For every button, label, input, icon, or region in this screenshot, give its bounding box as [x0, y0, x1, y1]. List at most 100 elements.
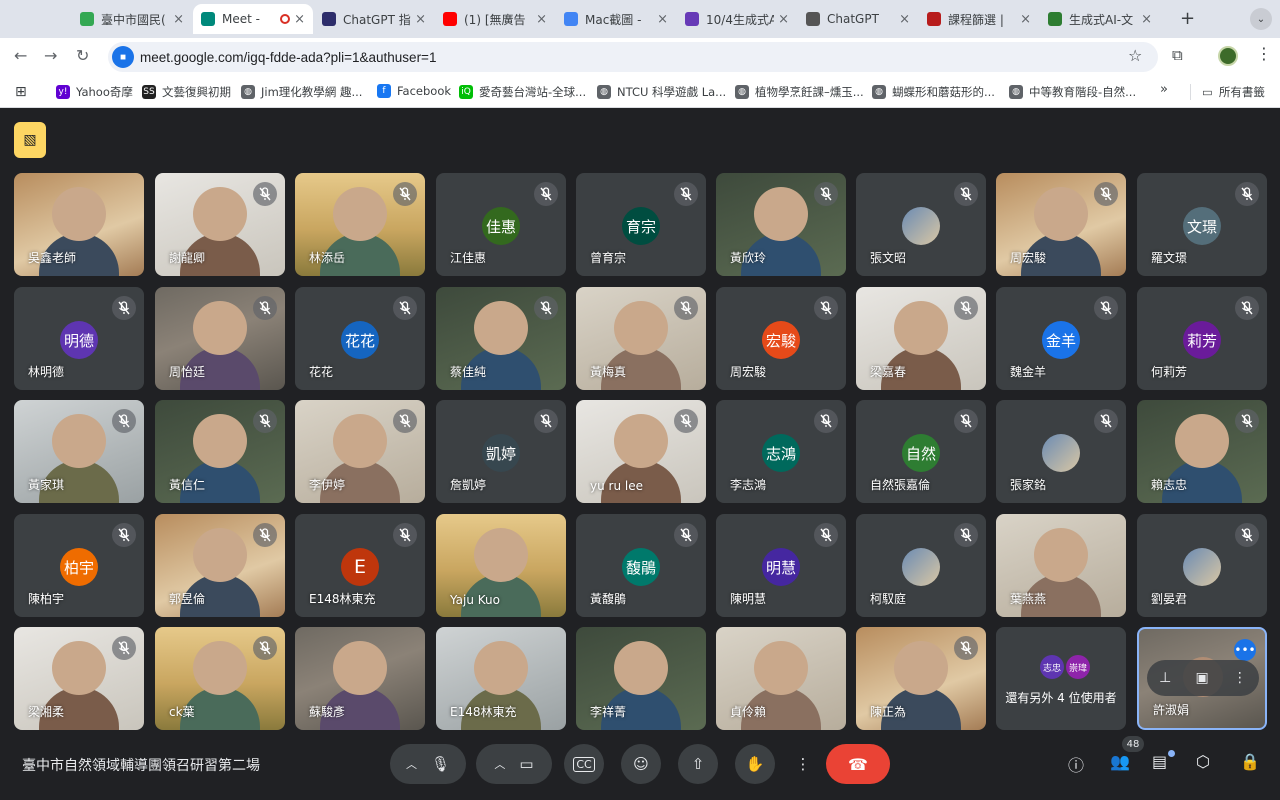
participant-tile[interactable]: yu ru lee: [576, 400, 706, 503]
tab-close-icon[interactable]: ×: [1141, 12, 1152, 27]
participant-tile[interactable]: 劉晏君: [1137, 514, 1267, 617]
participant-tile[interactable]: 林添岳: [295, 173, 425, 276]
back-icon[interactable]: ←: [14, 46, 27, 65]
tab-close-icon[interactable]: ×: [294, 12, 305, 27]
leave-call-button[interactable]: ☎: [826, 744, 890, 784]
browser-tab[interactable]: Mac截圖 - ×: [556, 4, 676, 34]
participant-tile[interactable]: 蘇駿彥: [295, 627, 425, 730]
browser-tab[interactable]: 臺中市國民(×: [72, 4, 192, 34]
browser-tab[interactable]: ChatGPT ×: [798, 4, 918, 34]
participant-tile[interactable]: 莉芳 何莉芳: [1137, 287, 1267, 390]
participant-tile[interactable]: 吳鑫老師: [14, 173, 144, 276]
self-more-options-icon[interactable]: •••: [1234, 639, 1256, 661]
raise-hand-button[interactable]: ✋: [735, 744, 775, 784]
camera-icon[interactable]: ▭: [519, 755, 533, 773]
bookmark-item[interactable]: iQ 愛奇藝台灣站-全球...: [459, 84, 586, 100]
bookmark-item[interactable]: f Facebook: [377, 84, 451, 98]
chat-icon[interactable]: ▤: [1152, 752, 1167, 771]
participant-tile[interactable]: 文璟 羅文璟: [1137, 173, 1267, 276]
participant-tile[interactable]: E E148林東充: [295, 514, 425, 617]
participant-tile[interactable]: 明慧 陳明慧: [716, 514, 846, 617]
participant-tile[interactable]: 周怡廷: [155, 287, 285, 390]
participant-tile[interactable]: 郭昱倫: [155, 514, 285, 617]
chrome-menu-icon[interactable]: ⋮: [1256, 44, 1272, 63]
tab-close-icon[interactable]: ×: [899, 12, 910, 27]
participant-tile[interactable]: 明德 林明德: [14, 287, 144, 390]
bookmark-item[interactable]: ◍ 蝴蝶形和蘑菇形的...: [872, 84, 995, 100]
activities-icon[interactable]: ⬡: [1196, 752, 1210, 771]
participant-tile[interactable]: 張文昭: [856, 173, 986, 276]
participant-tile[interactable]: 黃欣玲: [716, 173, 846, 276]
camera-options-chevron-icon[interactable]: ︿: [494, 756, 505, 772]
tab-close-icon[interactable]: ×: [778, 12, 789, 27]
profile-avatar[interactable]: [1218, 46, 1238, 66]
microphone-icon[interactable]: 🎙: [431, 755, 450, 773]
participant-tile[interactable]: E148林東充: [436, 627, 566, 730]
bookmark-star-icon[interactable]: ☆: [1128, 46, 1142, 65]
browser-tab[interactable]: ChatGPT 指 ×: [314, 4, 434, 34]
tab-close-icon[interactable]: ×: [415, 12, 426, 27]
participant-tile[interactable]: 葉燕燕: [996, 514, 1126, 617]
participant-tile[interactable]: 陳正為: [856, 627, 986, 730]
extensions-icon[interactable]: ⧉: [1172, 46, 1183, 64]
participant-tile[interactable]: Yaju Kuo: [436, 514, 566, 617]
tab-close-icon[interactable]: ×: [1020, 12, 1031, 27]
participant-tile[interactable]: 馥鵑 黃馥鵑: [576, 514, 706, 617]
more-vert-icon[interactable]: ⋮: [1233, 670, 1247, 686]
mic-options-chevron-icon[interactable]: ︿: [406, 756, 417, 772]
bookmark-item[interactable]: ◍ 植物學烹飪課–燻玉...: [735, 84, 864, 100]
address-bar[interactable]: ■ meet.google.com/igq-fdde-ada?pli=1&aut…: [108, 42, 1158, 72]
frame-person-icon[interactable]: ▣: [1195, 670, 1208, 686]
people-icon[interactable]: 👥: [1110, 752, 1130, 771]
participant-tile[interactable]: 黃家琪: [14, 400, 144, 503]
participant-tile[interactable]: 梁湘柔: [14, 627, 144, 730]
participant-tile[interactable]: 佳惠 江佳惠: [436, 173, 566, 276]
bookmark-item[interactable]: ◍ 中等教育階段-自然...: [1009, 84, 1136, 100]
participant-tile[interactable]: 貞伶賴: [716, 627, 846, 730]
pin-icon[interactable]: ⊥: [1159, 670, 1171, 686]
tab-close-icon[interactable]: ×: [536, 12, 547, 27]
participant-tile[interactable]: 張家銘: [996, 400, 1126, 503]
browser-tab[interactable]: (1) [無廣告 ×: [435, 4, 555, 34]
participant-tile[interactable]: 蔡佳純: [436, 287, 566, 390]
participant-tile[interactable]: 李伊婷: [295, 400, 425, 503]
participant-tile[interactable]: 柯馭庭: [856, 514, 986, 617]
new-tab-button[interactable]: +: [1180, 8, 1195, 29]
participant-tile[interactable]: 自然 自然張嘉倫: [856, 400, 986, 503]
participant-tile[interactable]: 謝龍卿: [155, 173, 285, 276]
forward-icon[interactable]: →: [44, 46, 57, 65]
participant-tile[interactable]: 育宗 曾育宗: [576, 173, 706, 276]
bookmark-item[interactable]: ◍ NTCU 科學遊戲 La...: [597, 84, 726, 100]
meeting-info-icon[interactable]: ⓘ: [1068, 752, 1084, 776]
emoji-button[interactable]: ☺: [621, 744, 661, 784]
participant-tile[interactable]: 黃梅真: [576, 287, 706, 390]
participant-tile[interactable]: 花花 花花: [295, 287, 425, 390]
bookmark-item[interactable]: y! Yahoo奇摩: [56, 84, 133, 100]
captions-button[interactable]: CC: [564, 744, 604, 784]
tab-close-icon[interactable]: ×: [657, 12, 668, 27]
all-bookmarks-folder[interactable]: ▭ 所有書籤: [1202, 84, 1265, 100]
participant-tile[interactable]: 梁嘉春: [856, 287, 986, 390]
browser-tab[interactable]: 10/4生成式A ×: [677, 4, 797, 34]
more-bookmarks-icon[interactable]: »: [1160, 82, 1168, 97]
visual-effects-off-icon[interactable]: ▧: [14, 122, 46, 158]
participant-tile[interactable]: 金羊 魏金羊: [996, 287, 1126, 390]
present-button[interactable]: ⇧: [678, 744, 718, 784]
participant-tile[interactable]: 李祥菁: [576, 627, 706, 730]
participant-tile[interactable]: ck葉: [155, 627, 285, 730]
browser-tab[interactable]: 課程篩選 | ×: [919, 4, 1039, 34]
participant-tile[interactable]: 賴志忠: [1137, 400, 1267, 503]
participant-tile[interactable]: 黃信仁: [155, 400, 285, 503]
participant-tile[interactable]: 志鴻 李志鴻: [716, 400, 846, 503]
apps-grid-icon[interactable]: ⊞: [15, 84, 27, 100]
tab-search-icon[interactable]: ⌄: [1250, 8, 1272, 30]
browser-tab[interactable]: Meet - ×: [193, 4, 313, 34]
participant-tile[interactable]: 柏宇 陳柏宇: [14, 514, 144, 617]
more-options-button[interactable]: ⋮: [792, 744, 814, 784]
browser-tab[interactable]: 生成式AI-文 ×: [1040, 4, 1160, 34]
site-info-icon[interactable]: ■: [112, 46, 134, 68]
participant-tile[interactable]: 宏駿 周宏駿: [716, 287, 846, 390]
bookmark-item[interactable]: ◍ Jim理化教學網 趣...: [241, 84, 362, 100]
host-controls-icon[interactable]: 🔒: [1240, 752, 1260, 771]
participant-tile[interactable]: 凱婷 詹凱婷: [436, 400, 566, 503]
